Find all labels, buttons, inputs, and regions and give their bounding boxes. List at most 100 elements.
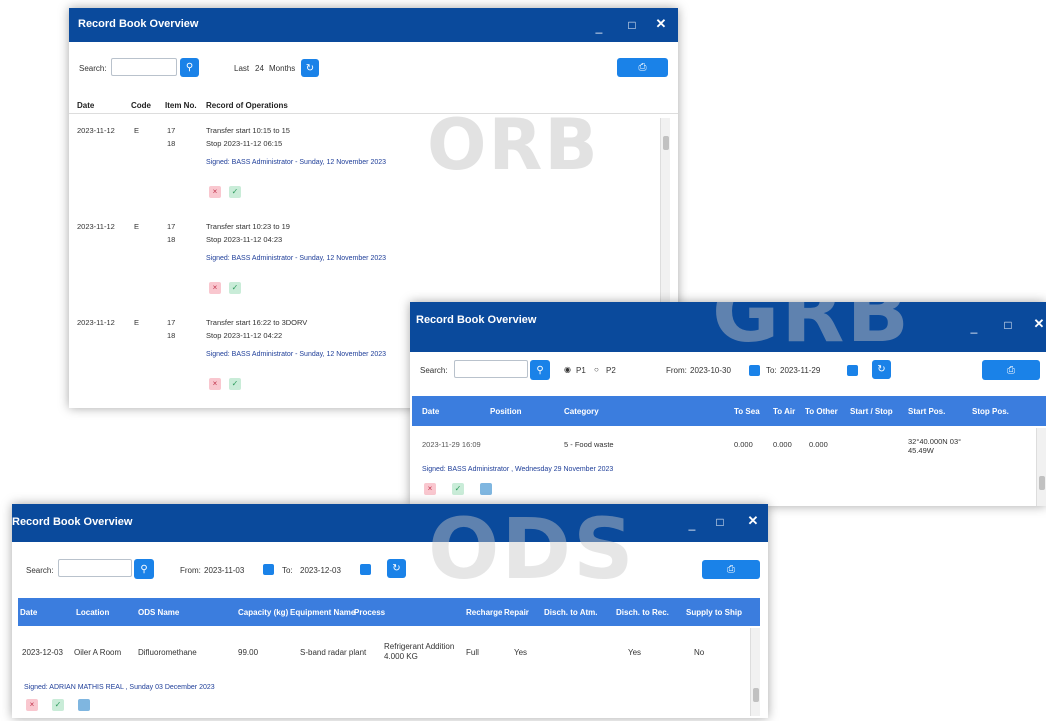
orb-entry-signed: Signed: BASS Administrator - Sunday, 12 … <box>206 255 387 262</box>
grb-table-row[interactable]: 2023-11-29 16:09 5 - Food waste 0.000 0.… <box>412 428 1032 504</box>
maximize-icon[interactable]: □ <box>1000 318 1016 334</box>
close-icon[interactable]: ✕ <box>745 514 761 530</box>
ods-search-label: Search: <box>26 566 54 575</box>
orb-entry-item: 18 <box>167 139 176 148</box>
orb-entry-item: 17 <box>167 222 176 231</box>
grb-col-start-stop[interactable]: Start / Stop <box>850 407 893 416</box>
minimize-icon[interactable]: _ <box>591 20 607 36</box>
grb-print-button[interactable]: ⎙ <box>982 360 1040 380</box>
grb-col-to-other[interactable]: To Other <box>805 407 838 416</box>
ods-to-calendar-icon[interactable] <box>360 564 371 575</box>
ods-col-disch-atm[interactable]: Disch. to Atm. <box>544 608 597 617</box>
grb-to-calendar-icon[interactable] <box>847 365 858 376</box>
grb-col-to-air[interactable]: To Air <box>773 407 795 416</box>
ods-row-date: 2023-12-03 <box>22 648 63 657</box>
grb-titlebar[interactable]: Record Book Overview _ □ ✕ <box>410 302 1046 352</box>
orb-col-record[interactable]: Record of Operations <box>206 101 288 110</box>
ods-search-input[interactable] <box>58 559 132 577</box>
maximize-icon[interactable]: □ <box>624 18 640 34</box>
orb-last-value[interactable]: 24 <box>255 64 264 73</box>
orb-refresh-button[interactable]: ↻ <box>301 59 319 77</box>
grb-to-value[interactable]: 2023-11-29 <box>780 366 820 375</box>
orb-search-button[interactable]: ⚲ <box>180 58 199 77</box>
orb-col-item-no[interactable]: Item No. <box>165 101 197 110</box>
ods-row-process: Refrigerant Addition <box>384 642 455 651</box>
ods-search-button[interactable]: ⚲ <box>134 559 154 579</box>
orb-col-code[interactable]: Code <box>131 101 151 110</box>
grb-col-date[interactable]: Date <box>422 407 439 416</box>
grb-search-button[interactable]: ⚲ <box>530 360 550 380</box>
delete-icon[interactable]: × <box>209 378 221 390</box>
ods-window-title: Record Book Overview <box>12 516 133 528</box>
ods-to-value[interactable]: 2023-12-03 <box>300 566 341 575</box>
maximize-icon[interactable]: □ <box>712 515 728 531</box>
ods-col-repair[interactable]: Repair <box>504 608 529 617</box>
radio-p1-icon[interactable]: ◉ <box>564 365 571 374</box>
delete-icon[interactable]: × <box>424 483 436 495</box>
ods-print-button[interactable]: ⎙ <box>702 560 760 579</box>
grb-search-label: Search: <box>420 366 448 375</box>
grb-refresh-button[interactable]: ↻ <box>872 360 891 379</box>
delete-icon[interactable]: × <box>209 186 221 198</box>
ods-col-process[interactable]: Process <box>354 608 385 617</box>
orb-entry-code: E <box>134 318 140 327</box>
grb-col-to-sea[interactable]: To Sea <box>734 407 760 416</box>
orb-entry-signed: Signed: BASS Administrator - Sunday, 12 … <box>206 159 387 166</box>
check-icon[interactable]: ✓ <box>452 483 464 495</box>
grb-to-label: To: <box>766 366 777 375</box>
orb-entry-code: E <box>134 126 140 135</box>
check-icon[interactable]: ✓ <box>52 699 64 711</box>
minimize-icon[interactable]: _ <box>684 517 700 533</box>
ods-col-recharge[interactable]: Recharge <box>466 608 502 617</box>
orb-col-date[interactable]: Date <box>77 101 94 110</box>
close-icon[interactable]: ✕ <box>1031 317 1046 333</box>
minimize-icon[interactable]: _ <box>966 320 982 336</box>
orb-entry-item: 18 <box>167 331 176 340</box>
orb-entry-code: E <box>134 222 140 231</box>
grb-scrollbar[interactable] <box>1036 428 1046 506</box>
ods-row-supply: No <box>694 648 705 657</box>
grb-search-input[interactable] <box>454 360 528 378</box>
orb-print-button[interactable]: ⎙ <box>617 58 668 77</box>
delete-icon[interactable]: × <box>209 282 221 294</box>
ods-scrollbar-thumb[interactable] <box>753 688 759 702</box>
ods-col-ods-name[interactable]: ODS Name <box>138 608 179 617</box>
orb-entry-line: Transfer start 10:15 to 15 <box>206 126 290 135</box>
ods-header-row: Date Location ODS Name Capacity (kg) Equ… <box>18 598 760 626</box>
ods-row-repair: Yes <box>514 648 528 657</box>
grb-scrollbar-thumb[interactable] <box>1039 476 1045 490</box>
grb-col-start-pos[interactable]: Start Pos. <box>908 407 945 416</box>
check-icon[interactable]: ✓ <box>229 186 241 198</box>
ods-from-value[interactable]: 2023-11-03 <box>204 566 244 575</box>
ods-col-equipment[interactable]: Equipment Name <box>290 608 355 617</box>
orb-titlebar[interactable]: Record Book Overview _ □ ✕ <box>69 8 678 42</box>
grb-from-calendar-icon[interactable] <box>749 365 760 376</box>
ods-col-capacity[interactable]: Capacity (kg) <box>238 608 288 617</box>
orb-search-input[interactable] <box>111 58 177 76</box>
ods-col-location[interactable]: Location <box>76 608 109 617</box>
grb-from-value[interactable]: 2023-10-30 <box>690 366 731 375</box>
ods-col-supply[interactable]: Supply to Ship <box>686 608 742 617</box>
close-icon[interactable]: ✕ <box>653 17 669 33</box>
ods-row-capacity: 99.00 <box>238 648 259 657</box>
orb-scrollbar-thumb[interactable] <box>663 136 669 150</box>
ods-col-date[interactable]: Date <box>20 608 37 617</box>
ods-row-disch-rec: Yes <box>628 648 642 657</box>
search-icon: ⚲ <box>140 563 148 575</box>
ods-col-disch-rec[interactable]: Disch. to Rec. <box>616 608 669 617</box>
delete-icon[interactable]: × <box>26 699 38 711</box>
info-icon[interactable] <box>78 699 90 711</box>
ods-refresh-button[interactable]: ↻ <box>387 559 406 578</box>
grb-col-stop-pos[interactable]: Stop Pos. <box>972 407 1009 416</box>
ods-table-row[interactable]: 2023-12-03 Oiler A Room Difluoromethane … <box>18 628 746 716</box>
ods-titlebar[interactable]: Record Book Overview _ □ ✕ <box>12 504 768 542</box>
ods-from-calendar-icon[interactable] <box>263 564 274 575</box>
check-icon[interactable]: ✓ <box>229 378 241 390</box>
refresh-icon: ↻ <box>392 563 401 574</box>
check-icon[interactable]: ✓ <box>229 282 241 294</box>
grb-col-position[interactable]: Position <box>490 407 522 416</box>
ods-scrollbar[interactable] <box>750 628 760 716</box>
grb-col-category[interactable]: Category <box>564 407 599 416</box>
info-icon[interactable] <box>480 483 492 495</box>
radio-p2-icon[interactable]: ○ <box>594 365 599 374</box>
